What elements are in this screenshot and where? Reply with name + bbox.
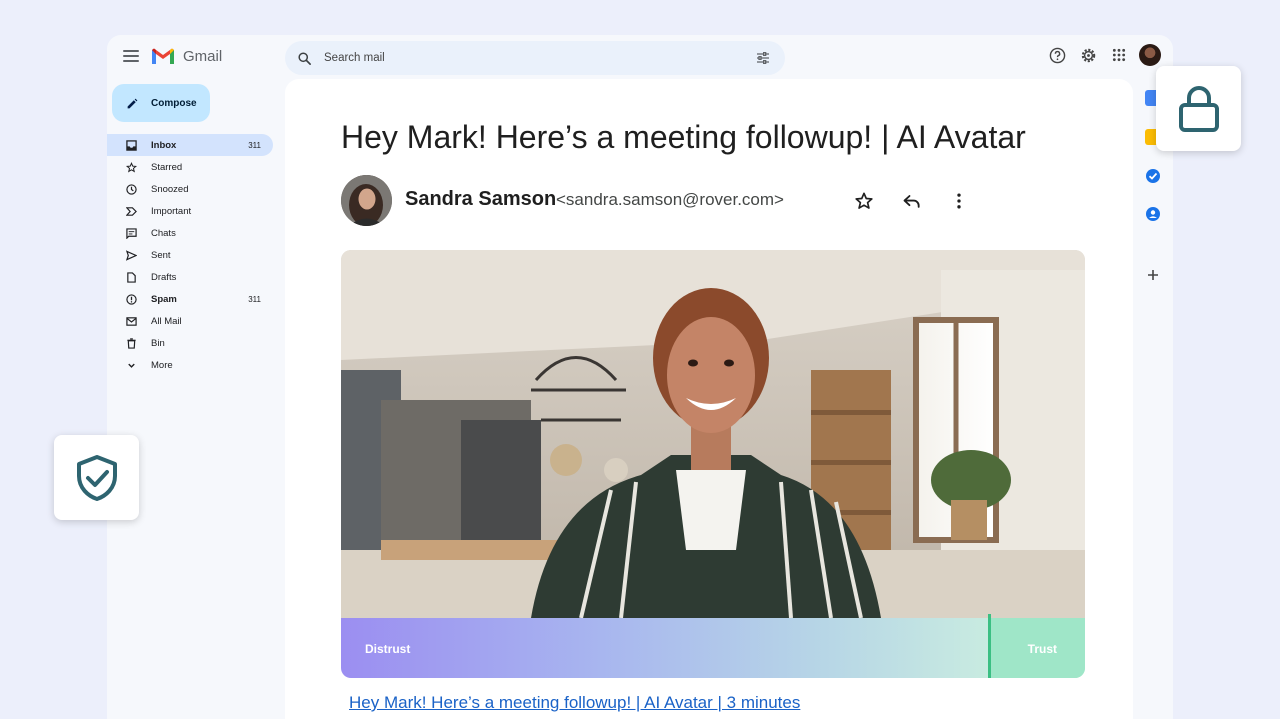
shield-check-icon: [76, 454, 117, 501]
sidebar-item-more[interactable]: More: [107, 354, 273, 376]
sidebar-item-label: Spam: [151, 293, 177, 305]
sidebar-item-drafts[interactable]: Drafts: [107, 266, 273, 288]
filter-options-icon[interactable]: [755, 50, 771, 66]
sidebar-item-label: Starred: [151, 161, 183, 173]
contacts-icon[interactable]: [1145, 206, 1161, 222]
sidebar-item-label: Important: [151, 205, 192, 217]
star-icon: [125, 161, 137, 173]
lock-badge: [1156, 66, 1241, 151]
draft-icon: [125, 271, 137, 283]
reply-icon[interactable]: [901, 190, 923, 212]
sidebar-item-label: Drafts: [151, 271, 177, 283]
top-toolbar: [1037, 44, 1161, 66]
sidebar-item-inbox[interactable]: Inbox 311: [107, 134, 273, 156]
sidebar-item-label: All Mail: [151, 315, 182, 327]
settings-gear-icon[interactable]: [1077, 44, 1099, 66]
shield-badge: [54, 435, 139, 520]
compose-button[interactable]: Compose: [112, 84, 210, 122]
sidebar-item-bin[interactable]: Bin: [107, 332, 273, 354]
account-avatar[interactable]: [1139, 44, 1161, 66]
compose-label: Compose: [151, 97, 197, 109]
help-icon[interactable]: [1046, 44, 1068, 66]
app-name: Gmail: [183, 48, 223, 65]
pencil-icon: [127, 98, 138, 108]
trust-meter-marker[interactable]: [988, 614, 991, 678]
mail-icon: [125, 315, 137, 327]
trust-meter-right-label: Trust: [1027, 642, 1057, 656]
sidebar-item-important[interactable]: Important: [107, 200, 273, 222]
important-icon: [125, 205, 137, 217]
clock-icon: [125, 183, 137, 195]
trash-icon: [125, 337, 137, 349]
chevron-down-icon: [125, 359, 137, 371]
tasks-icon[interactable]: [1145, 168, 1161, 184]
sidebar-item-sent[interactable]: Sent: [107, 244, 273, 266]
video-frame: [341, 250, 1085, 618]
sender-email: <sandra.samson@rover.com>: [556, 190, 784, 209]
sidebar-item-label: Bin: [151, 337, 165, 349]
search-input[interactable]: [324, 52, 755, 64]
add-addon-icon[interactable]: [1145, 267, 1161, 283]
trust-meter-left-label: Distrust: [365, 642, 411, 656]
sidebar-item-all-mail[interactable]: All Mail: [107, 310, 273, 332]
email-subject: Hey Mark! Here’s a meeting followup! | A…: [341, 119, 1026, 155]
sidebar-item-label: More: [151, 359, 173, 371]
sidebar-item-spam[interactable]: Spam 311: [107, 288, 273, 310]
sender-avatar[interactable]: [341, 175, 392, 226]
sender-photo: [341, 175, 392, 226]
send-icon: [125, 249, 137, 261]
chat-icon: [125, 227, 137, 239]
sidebar-item-starred[interactable]: Starred: [107, 156, 273, 178]
sidebar-item-label: Snoozed: [151, 183, 189, 195]
spam-icon: [125, 293, 137, 305]
search-bar[interactable]: [285, 41, 785, 75]
sidebar-item-label: Chats: [151, 227, 176, 239]
sidebar-item-snoozed[interactable]: Snoozed: [107, 178, 273, 200]
email-view: Hey Mark! Here’s a meeting followup! | A…: [285, 79, 1133, 719]
sidebar-item-chats[interactable]: Chats: [107, 222, 273, 244]
main-menu-icon[interactable]: [123, 50, 139, 62]
unread-count: 311: [248, 140, 261, 150]
star-icon[interactable]: [853, 190, 875, 212]
sidebar-item-label: Sent: [151, 249, 171, 261]
gmail-window: Gmail Compose Inbox 311 Starred Snoozed Impo…: [107, 35, 1173, 719]
sidebar-nav: Inbox 311 Starred Snoozed Important Chats Sent…: [107, 134, 273, 376]
more-options-icon[interactable]: [948, 190, 970, 212]
inbox-icon: [125, 139, 137, 151]
search-icon[interactable]: [297, 51, 312, 66]
sender-name: Sandra Samson: [405, 188, 557, 210]
trust-meter: Distrust Trust: [341, 614, 1085, 678]
video-link[interactable]: Hey Mark! Here’s a meeting followup! | A…: [349, 693, 800, 713]
gmail-logo-icon: [152, 48, 174, 64]
apps-grid-icon[interactable]: [1108, 44, 1130, 66]
ai-avatar-video[interactable]: Distrust Trust: [341, 250, 1085, 678]
unread-count: 311: [248, 294, 261, 304]
lock-icon: [1178, 85, 1219, 132]
sidebar-item-label: Inbox: [151, 139, 177, 151]
